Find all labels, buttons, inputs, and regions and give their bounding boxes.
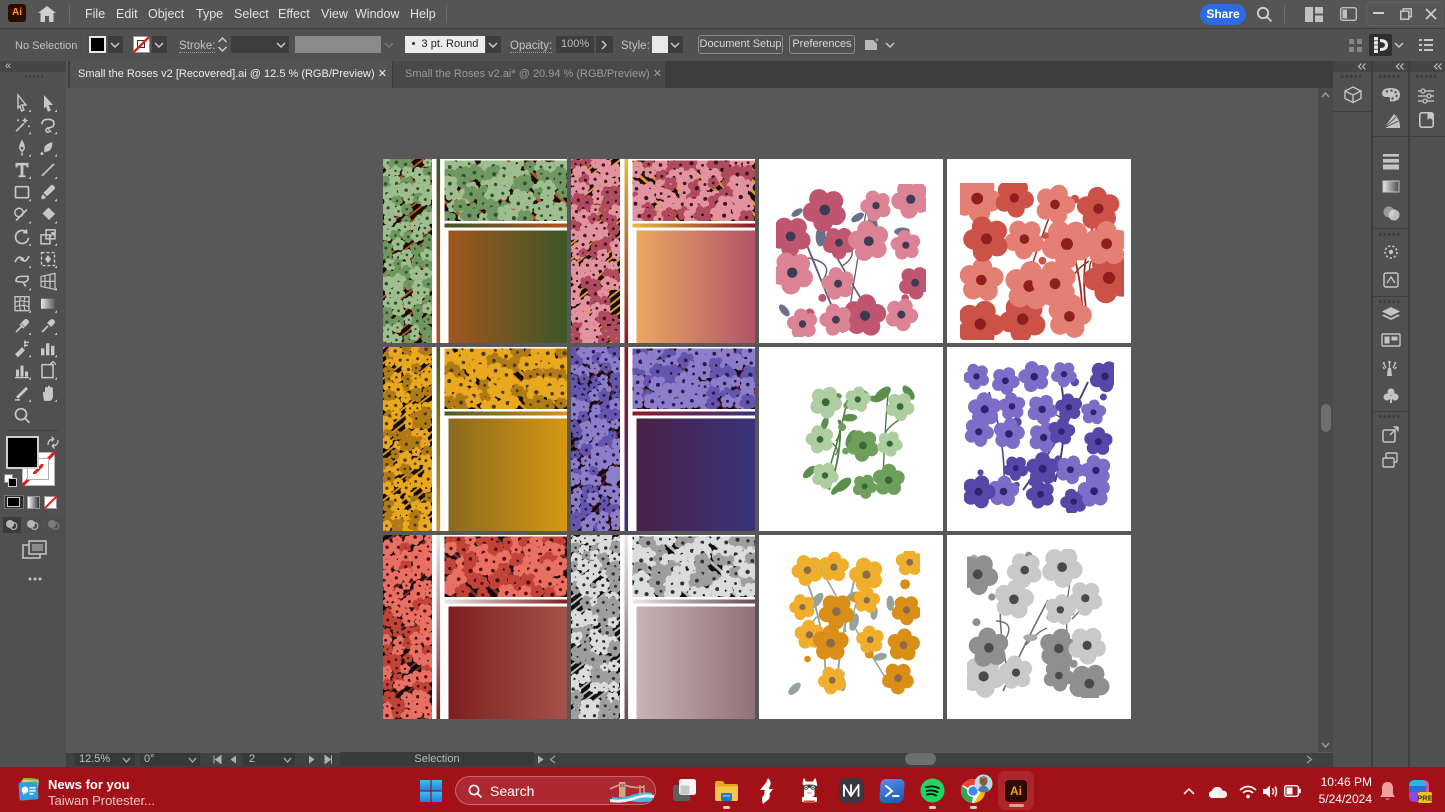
svg-text:PRE: PRE <box>1417 794 1432 803</box>
